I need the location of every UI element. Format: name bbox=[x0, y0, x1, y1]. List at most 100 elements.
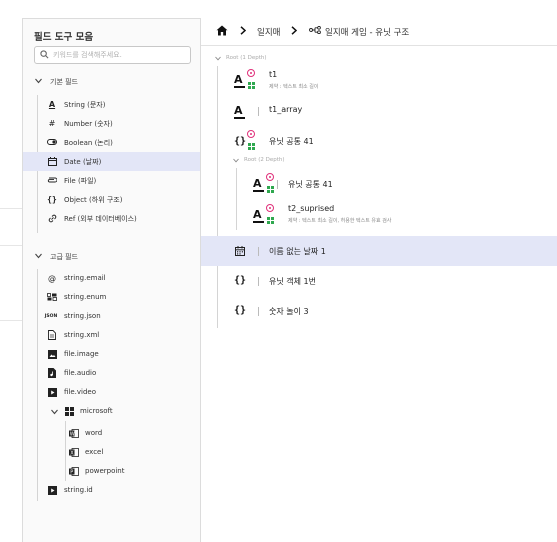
field-item-excel[interactable]: X excel bbox=[23, 443, 200, 462]
svg-text:P: P bbox=[70, 469, 73, 475]
field-item-object[interactable]: {} Object (하위 구조) bbox=[23, 190, 200, 209]
field-toolbox-panel: 필드 도구 모음 기본 필드 A String (문자) # Number (숫… bbox=[22, 18, 201, 542]
field-item-string-enum[interactable]: string.enum bbox=[23, 288, 200, 307]
item-label: word bbox=[85, 429, 103, 437]
word-icon: W bbox=[69, 428, 79, 438]
field-row[interactable]: A t1 제약 : 텍스트 최소 길이 bbox=[201, 66, 557, 96]
item-label: File (파일) bbox=[64, 177, 97, 185]
chevron-down-icon[interactable] bbox=[233, 158, 239, 163]
text-type-icon: A bbox=[253, 177, 265, 192]
required-badge-icon bbox=[247, 130, 255, 138]
divider bbox=[258, 247, 259, 256]
hash-icon: # bbox=[48, 118, 56, 128]
field-item-microsoft[interactable]: microsoft bbox=[23, 402, 200, 421]
text-icon: A bbox=[48, 99, 56, 109]
divider bbox=[258, 107, 259, 116]
group-label: 고급 필드 bbox=[50, 253, 78, 261]
search-icon bbox=[40, 50, 49, 59]
svg-text:X: X bbox=[70, 450, 74, 456]
item-label: string.email bbox=[64, 274, 106, 282]
required-badge-icon bbox=[266, 204, 274, 212]
field-item-file-video[interactable]: file.video bbox=[23, 383, 200, 402]
required-badge-icon bbox=[247, 69, 255, 77]
array-badge-icon bbox=[267, 186, 274, 193]
item-label: string.xml bbox=[64, 331, 100, 339]
field-name: t2_suprised bbox=[288, 204, 335, 213]
field-item-date[interactable]: Date (날짜) bbox=[23, 152, 200, 171]
windows-icon bbox=[64, 406, 74, 416]
braces-icon: {} bbox=[234, 136, 247, 147]
field-item-powerpoint[interactable]: P powerpoint bbox=[23, 462, 200, 481]
xml-icon bbox=[47, 330, 57, 340]
paperclip-icon bbox=[47, 175, 57, 185]
search-input[interactable] bbox=[53, 48, 188, 62]
breadcrumb: 일지매 일지매 게임 - 유닛 구조 bbox=[201, 18, 557, 46]
structure-editor: 일지매 일지매 게임 - 유닛 구조 Root (1 Depth) A t1 제… bbox=[201, 18, 557, 542]
item-label: Number (숫자) bbox=[64, 120, 113, 128]
powerpoint-icon: P bbox=[69, 466, 79, 476]
field-item-string-json[interactable]: JSON string.json bbox=[23, 307, 200, 326]
chevron-right-icon bbox=[291, 26, 297, 35]
breadcrumb-project[interactable]: 일지매 bbox=[257, 26, 280, 38]
search-box[interactable] bbox=[34, 46, 191, 64]
field-row-selected[interactable]: 이름 없는 날짜 1 bbox=[201, 236, 557, 266]
text-type-icon: A bbox=[234, 104, 246, 119]
field-row[interactable]: {} 유닛 공통 41 bbox=[201, 126, 557, 156]
divider bbox=[0, 245, 22, 246]
field-name: t1_array bbox=[269, 105, 303, 114]
background-strip bbox=[0, 0, 22, 542]
svg-text:W: W bbox=[70, 431, 75, 437]
json-icon: JSON bbox=[44, 313, 58, 319]
advanced-fields-group[interactable]: 고급 필드 bbox=[23, 250, 200, 264]
item-label: string.enum bbox=[64, 293, 107, 301]
field-item-file[interactable]: File (파일) bbox=[23, 171, 200, 190]
divider bbox=[0, 208, 22, 209]
field-row[interactable]: A 유닛 공통 41 bbox=[201, 169, 557, 199]
chevron-down-icon[interactable] bbox=[215, 56, 221, 61]
divider bbox=[277, 180, 278, 189]
text-type-icon: A bbox=[253, 208, 265, 223]
field-item-boolean[interactable]: Boolean (논리) bbox=[23, 133, 200, 152]
item-label: powerpoint bbox=[85, 467, 125, 475]
field-item-file-image[interactable]: file.image bbox=[23, 345, 200, 364]
required-badge-icon bbox=[266, 173, 274, 181]
field-item-file-audio[interactable]: file.audio bbox=[23, 364, 200, 383]
item-label: file.video bbox=[64, 388, 97, 396]
array-badge-icon bbox=[267, 217, 274, 224]
field-name: t1 bbox=[269, 70, 278, 79]
chevron-right-icon bbox=[240, 26, 246, 35]
braces-icon: {} bbox=[234, 275, 247, 286]
field-item-string-email[interactable]: @ string.email bbox=[23, 269, 200, 288]
root-depth-label: Root (1 Depth) bbox=[226, 55, 267, 61]
item-label: file.audio bbox=[64, 369, 97, 377]
field-item-word[interactable]: W word bbox=[23, 424, 200, 443]
video-icon bbox=[47, 387, 57, 397]
field-constraint: 제약 : 텍스트 최소 길이, 허용한 텍스트 유효 검사 bbox=[288, 218, 392, 224]
field-row[interactable]: {} 유닛 객체 1번 bbox=[201, 266, 557, 296]
excel-icon: X bbox=[69, 447, 79, 457]
calendar-icon bbox=[47, 156, 57, 166]
field-item-number[interactable]: # Number (숫자) bbox=[23, 114, 200, 133]
item-label: Object (하위 구조) bbox=[64, 196, 123, 204]
field-item-ref[interactable]: Ref (외부 데이터베이스) bbox=[23, 209, 200, 228]
field-name: 유닛 공통 41 bbox=[269, 137, 314, 146]
field-item-string-xml[interactable]: string.xml bbox=[23, 326, 200, 345]
field-item-string[interactable]: A String (문자) bbox=[23, 95, 200, 114]
field-name: 숫자 놀이 3 bbox=[269, 307, 309, 316]
home-icon[interactable] bbox=[216, 25, 228, 36]
panel-title: 필드 도구 모음 bbox=[34, 32, 94, 43]
basic-fields-group[interactable]: 기본 필드 bbox=[23, 75, 200, 89]
toggle-icon bbox=[47, 137, 57, 147]
field-name: 이름 없는 날짜 1 bbox=[269, 247, 326, 256]
field-row[interactable]: {} 숫자 놀이 3 bbox=[201, 296, 557, 326]
braces-icon: {} bbox=[234, 305, 247, 316]
breadcrumb-current: 일지매 게임 - 유닛 구조 bbox=[325, 28, 410, 38]
item-label: Date (날짜) bbox=[64, 158, 102, 166]
field-item-string-id[interactable]: string.id bbox=[23, 481, 200, 500]
field-row[interactable]: A t1_array bbox=[201, 96, 557, 126]
root-depth-label: Root (2 Depth) bbox=[244, 157, 285, 163]
item-label: excel bbox=[85, 448, 104, 456]
field-name: 유닛 공통 41 bbox=[288, 180, 333, 189]
chevron-down-icon bbox=[35, 253, 42, 259]
field-row[interactable]: A t2_suprised 제약 : 텍스트 최소 길이, 허용한 텍스트 유효… bbox=[201, 199, 557, 229]
